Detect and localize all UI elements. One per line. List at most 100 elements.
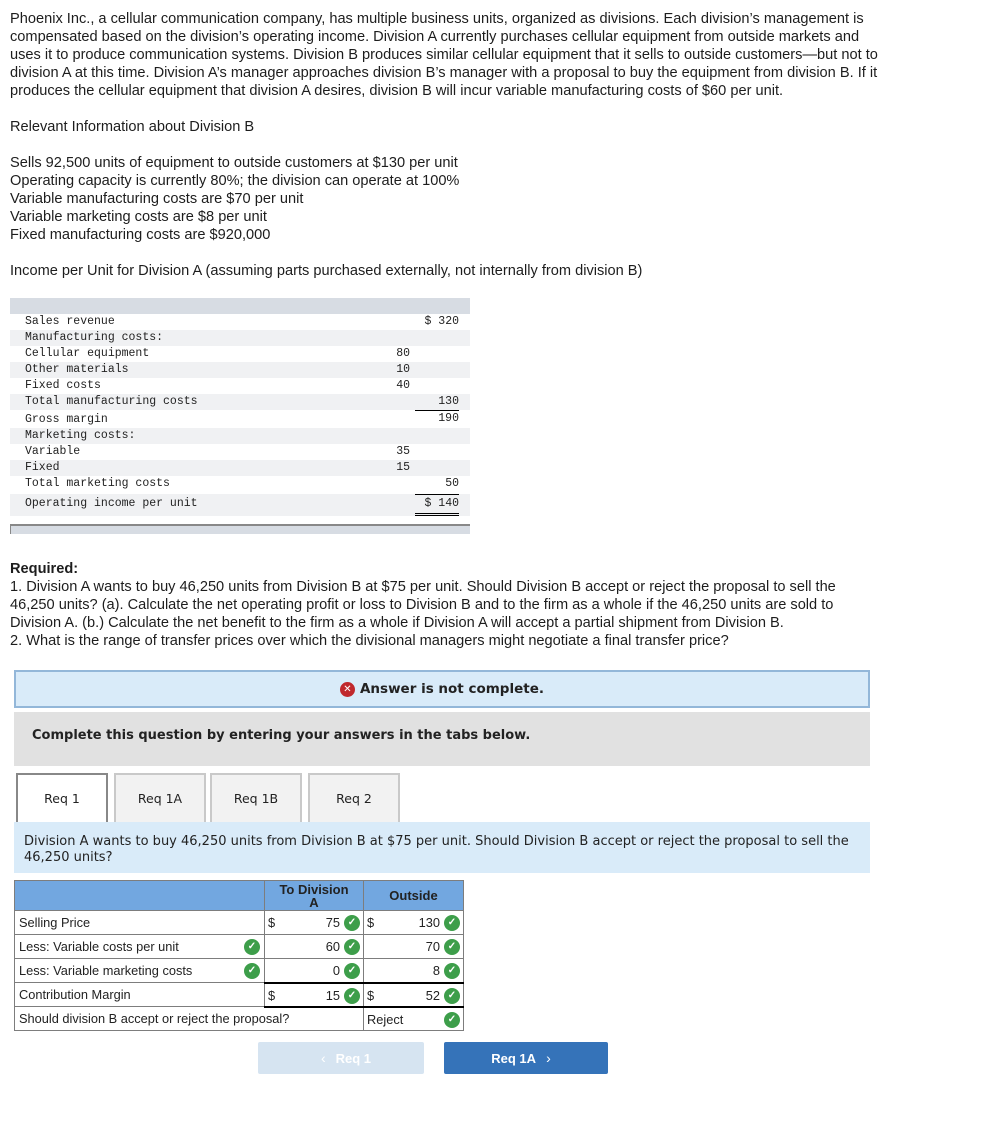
decision-value[interactable]: Reject — [367, 1012, 403, 1027]
statement-row: Fixed costs 40 — [10, 378, 470, 394]
fact-line: Operating capacity is currently 80%; the… — [10, 173, 460, 189]
check-icon: ✓ — [444, 963, 460, 979]
dollar-sign: $ — [268, 915, 276, 930]
row-col1: 35 — [396, 445, 410, 458]
statement-row: Sales revenue $ 320 — [10, 314, 470, 330]
dollar-sign: $ — [268, 987, 276, 1003]
tab-question: Division A wants to buy 46,250 units fro… — [14, 822, 870, 873]
answer-value[interactable]: 15 — [326, 988, 340, 1003]
answer-value[interactable]: 60 — [326, 939, 340, 954]
label-text: Contribution Margin — [19, 987, 131, 1002]
answer-table: To Division A Outside Selling Price $ 75… — [14, 880, 464, 1031]
answer-value[interactable]: 52 — [426, 988, 440, 1003]
row-label: Total marketing costs — [25, 477, 170, 490]
header-outside: Outside — [363, 880, 464, 911]
outside-cell[interactable]: $ 130 ✓ — [363, 910, 464, 935]
to-division-a-cell[interactable]: 0 ✓ — [264, 958, 364, 984]
row-col1: 15 — [396, 461, 410, 474]
required-heading: Required: — [10, 561, 79, 577]
row-col2: 190 — [415, 410, 459, 427]
income-statement: Sales revenue $ 320 Manufacturing costs:… — [10, 298, 470, 534]
row-label: Fixed costs — [25, 379, 101, 392]
fact-line: Variable manufacturing costs are $70 per… — [10, 191, 304, 207]
intro-paragraph: Phoenix Inc., a cellular communication c… — [10, 10, 970, 100]
statement-row: Fixed 15 — [10, 460, 470, 476]
row-label: Gross margin — [25, 413, 108, 426]
status-text: Answer is not complete. — [359, 681, 544, 697]
answer-status-banner: ✕ Answer is not complete. — [14, 670, 870, 708]
answer-value[interactable]: 75 — [326, 915, 340, 930]
statement-row: Total marketing costs 50 — [10, 476, 470, 492]
table-row: Contribution Margin $ 15 ✓ $ 52 ✓ — [14, 982, 464, 1008]
required-text: 1. Division A wants to buy 46,250 units … — [10, 578, 970, 650]
row-label: Manufacturing costs: — [25, 331, 164, 344]
row-label: Operating income per unit — [25, 497, 198, 510]
row-label-select[interactable]: Less: Variable costs per unit ✓ — [14, 934, 265, 959]
answer-value[interactable]: 0 — [333, 963, 340, 978]
statement-footer-bar — [10, 524, 470, 534]
statement-row: Variable 35 — [10, 444, 470, 460]
header-blank — [14, 880, 265, 911]
label-text: Should division B accept or reject the p… — [19, 1011, 290, 1027]
tab-req-2[interactable]: Req 2 — [308, 773, 400, 822]
intro-line: compensated based on the division’s oper… — [10, 29, 860, 45]
decision-select[interactable]: Reject ✓ — [363, 1006, 464, 1031]
dollar-sign: $ — [367, 915, 375, 930]
statement-row: Gross margin 190 — [10, 410, 470, 428]
statement-row: Total manufacturing costs 130 — [10, 394, 470, 410]
table-row: Should division B accept or reject the p… — [14, 1006, 464, 1031]
row-col2: $ 140 — [415, 494, 459, 516]
label-text: Selling Price — [19, 915, 91, 930]
prev-label: Req 1 — [335, 1050, 372, 1066]
fact-line: Fixed manufacturing costs are $920,000 — [10, 227, 271, 243]
to-division-a-cell[interactable]: $ 15 ✓ — [264, 982, 364, 1008]
tab-req-1[interactable]: Req 1 — [16, 773, 108, 823]
answer-value[interactable]: 130 — [419, 915, 440, 930]
outside-cell[interactable]: 70 ✓ — [363, 934, 464, 959]
division-b-facts: Sells 92,500 units of equipment to outsi… — [10, 154, 970, 244]
tab-req-1a[interactable]: Req 1A — [114, 773, 206, 822]
to-division-a-cell[interactable]: 60 ✓ — [264, 934, 364, 959]
check-icon: ✓ — [244, 963, 260, 979]
row-col1: 40 — [396, 379, 410, 392]
division-b-heading: Relevant Information about Division B — [10, 119, 255, 135]
row-col1: 80 — [396, 347, 410, 360]
intro-line: Phoenix Inc., a cellular communication c… — [10, 11, 864, 27]
prev-button[interactable]: ‹ Req 1 — [258, 1042, 424, 1074]
check-icon: ✓ — [444, 987, 460, 1004]
tab-req-1b[interactable]: Req 1B — [210, 773, 302, 822]
row-col2: 130 — [438, 395, 459, 408]
statement-header-bar — [10, 298, 470, 314]
check-icon: ✓ — [344, 915, 360, 931]
instructions-box: Complete this question by entering your … — [14, 712, 870, 766]
statement-row: Manufacturing costs: — [10, 330, 470, 346]
fact-line: Variable marketing costs are $8 per unit — [10, 209, 267, 225]
row-col2: $ 320 — [424, 315, 459, 328]
row-col1: 10 — [396, 363, 410, 376]
answer-value[interactable]: 8 — [433, 963, 440, 978]
intro-line: produces the cellular equipment that div… — [10, 83, 784, 99]
chevron-left-icon: ‹ — [320, 1050, 326, 1066]
row-label: Total manufacturing costs — [25, 395, 198, 408]
answer-value[interactable]: 70 — [426, 939, 440, 954]
table-row: Less: Variable costs per unit ✓ 60 ✓ 70 ✓ — [14, 934, 464, 959]
table-row: Selling Price $ 75 ✓ $ 130 ✓ — [14, 910, 464, 935]
row-label: Selling Price — [14, 910, 265, 935]
table-row: Less: Variable marketing costs ✓ 0 ✓ 8 ✓ — [14, 958, 464, 984]
intro-line: division A at this time. Division A’s ma… — [10, 65, 878, 81]
required-line: 1. Division A wants to buy 46,250 units … — [10, 579, 836, 595]
to-division-a-cell[interactable]: $ 75 ✓ — [264, 910, 364, 935]
next-button[interactable]: Req 1A › — [444, 1042, 608, 1074]
required-line: 2. What is the range of transfer prices … — [10, 633, 729, 649]
required-line: Division A. (b.) Calculate the net benef… — [10, 615, 784, 631]
check-icon: ✓ — [444, 939, 460, 955]
row-label-select[interactable]: Less: Variable marketing costs ✓ — [14, 958, 265, 983]
decision-label: Should division B accept or reject the p… — [14, 1006, 364, 1031]
statement-row: Operating income per unit $ 140 — [10, 494, 470, 516]
outside-cell[interactable]: $ 52 ✓ — [363, 982, 464, 1008]
x-circle-icon: ✕ — [339, 681, 355, 697]
statement-row: Marketing costs: — [10, 428, 470, 444]
dollar-sign: $ — [367, 987, 375, 1003]
outside-cell[interactable]: 8 ✓ — [363, 958, 464, 984]
statement-row: Other materials 10 — [10, 362, 470, 378]
